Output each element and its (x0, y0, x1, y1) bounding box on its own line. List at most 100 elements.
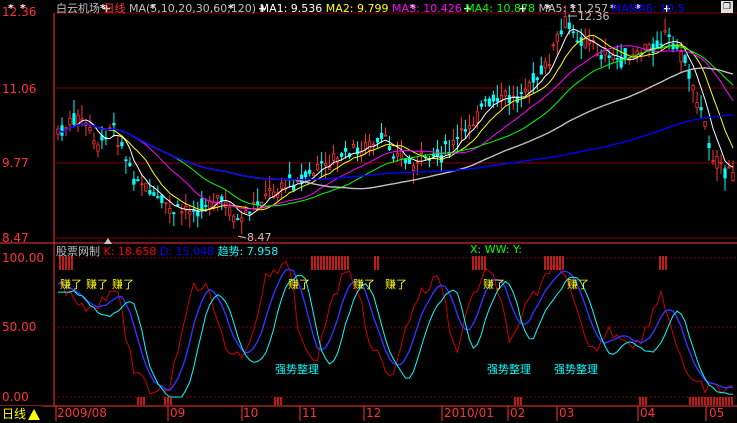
candle-body (240, 217, 244, 222)
ma-params: MA(5,10,20,30,60,120) (129, 2, 257, 15)
candle-body (327, 167, 332, 171)
indicator-header: 股票网制 K: 18.658 D: 15.048 趋势: 7.958 (56, 243, 278, 259)
candle-body (316, 163, 320, 171)
stock-chart[interactable]: * * *+ * * + * + + * * * * + (0, 0, 737, 423)
candle-body (288, 174, 292, 178)
candle-body (232, 215, 236, 223)
candle-body (563, 16, 567, 28)
candle-body (551, 44, 555, 47)
candle-body (619, 57, 623, 68)
price-tick: 12.36 (2, 5, 37, 19)
candle-body (559, 30, 563, 35)
signal-label: 赚了 (288, 278, 310, 291)
candle-body (707, 143, 711, 148)
signal-label: 赚了 (86, 278, 108, 291)
candle-body (375, 138, 380, 143)
candle-body (475, 111, 479, 123)
candle-body (571, 31, 575, 34)
time-tick: 04 (640, 406, 656, 420)
candle-body (324, 163, 328, 166)
candle-body (731, 172, 735, 182)
candle-body (144, 182, 148, 192)
candle-body (136, 179, 140, 182)
stock-name: 白云机场 (56, 2, 100, 15)
ma4-value: MA4: 10.878 (465, 2, 535, 15)
signal-label: 赚了 (483, 278, 505, 291)
trend-line (58, 274, 734, 398)
ma-line (57, 67, 734, 190)
candle-body (463, 129, 467, 132)
candle-body (419, 151, 424, 155)
candle-body (579, 37, 583, 46)
time-tick: 2010/01 (444, 406, 494, 420)
candle-body (280, 182, 284, 189)
candle-body (575, 40, 579, 43)
candle-body (387, 146, 392, 151)
candle-body (395, 153, 400, 157)
signal-label: 赚了 (353, 278, 375, 291)
candle-body (367, 140, 372, 151)
candle-body (148, 190, 152, 195)
candle-body (727, 166, 731, 169)
candle-body (723, 168, 727, 179)
candle-body (339, 153, 344, 157)
candle-body (68, 117, 72, 125)
candle-body (156, 196, 160, 199)
candle-body (587, 40, 591, 45)
candle-body (88, 126, 92, 132)
candle-body (599, 54, 603, 60)
candle-body (467, 125, 471, 130)
indicator-trend: 趋势: 7.958 (217, 245, 279, 258)
candle-body (399, 150, 404, 160)
candle-body (555, 33, 559, 42)
candle-body (483, 99, 487, 102)
candle-body (491, 94, 495, 102)
signal-label: 赚了 (567, 278, 589, 291)
candle-body (72, 113, 76, 125)
candle-body (503, 90, 507, 97)
candle-body (391, 156, 396, 159)
indicator-k: K: 18.658 (103, 245, 157, 258)
indicator-name: 股票网制 (56, 245, 100, 258)
candle-body (112, 122, 116, 126)
candle-body (248, 211, 252, 214)
candle-body (519, 92, 523, 95)
candle-body (320, 161, 324, 164)
candle-body (164, 202, 168, 205)
time-tick: 2009/08 (57, 406, 107, 420)
candle-body (435, 149, 440, 157)
indicator-tick: 50.00 (2, 320, 37, 334)
signal-label: 赚了 (385, 278, 407, 291)
candle-body (523, 88, 527, 93)
candle-body (124, 159, 128, 162)
candle-body (308, 169, 312, 174)
candle-body (351, 143, 356, 148)
candle-body (411, 165, 416, 171)
candle-body (471, 124, 475, 127)
candle-body (188, 210, 192, 215)
candle-body (383, 134, 388, 137)
ma-line (57, 114, 734, 181)
candle-body (583, 38, 587, 49)
candle-body (132, 178, 136, 185)
ma3-value: MA3: 10.426 (392, 2, 462, 15)
candle-body (615, 57, 619, 60)
period-tab[interactable]: 日线 (0, 406, 43, 423)
candle-body (567, 22, 571, 29)
candle-body (527, 82, 531, 93)
candle-body (635, 50, 639, 55)
price-tick: 11.06 (2, 82, 37, 96)
ma2-value: MA2: 9.799 (325, 2, 389, 15)
restore-icon[interactable]: ❐ (721, 1, 733, 13)
time-tick: 05 (709, 406, 725, 420)
candle-body (172, 212, 176, 215)
candle-body (160, 194, 164, 204)
candle-body (507, 95, 511, 104)
candle-body (715, 156, 719, 169)
candle-body (80, 118, 84, 121)
candle-body (192, 209, 196, 212)
trend-annotation: 强势整理 (554, 363, 598, 376)
signal-label: 赚了 (60, 278, 82, 291)
ma1-value: MA1: 9.536 (259, 2, 323, 15)
candle-body (679, 51, 683, 63)
